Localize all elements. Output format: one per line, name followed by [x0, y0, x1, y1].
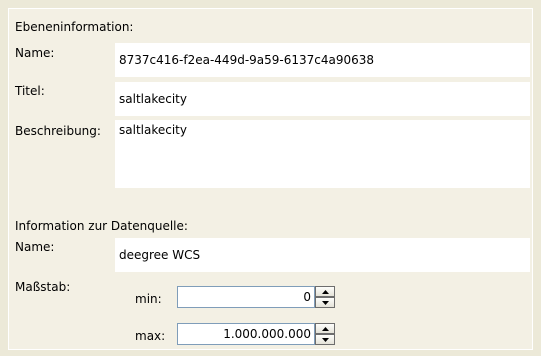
scale-max-spin-buttons	[315, 323, 335, 345]
datasource-section-title: Information zur Datenquelle:	[15, 219, 188, 233]
arrow-up-icon	[321, 326, 329, 331]
scale-min-decrement-button[interactable]	[315, 297, 335, 308]
arrow-down-icon	[321, 337, 329, 342]
scale-max-decrement-button[interactable]	[315, 334, 335, 345]
layer-name-field[interactable]: 8737c416-f2ea-449d-9a59-6137c4a90638	[115, 43, 530, 77]
datasource-name-field[interactable]: deegree WCS	[115, 238, 530, 272]
layer-description-label: Beschreibung:	[15, 124, 101, 138]
scale-max-increment-button[interactable]	[315, 323, 335, 334]
scale-max-label: max:	[135, 329, 166, 343]
scale-min-label: min:	[135, 292, 162, 306]
layer-title-field[interactable]: saltlakecity	[115, 82, 530, 116]
scale-max-input[interactable]: 1.000.000.000	[177, 323, 315, 345]
layer-title-label: Titel:	[15, 84, 45, 98]
scale-min-increment-button[interactable]	[315, 286, 335, 297]
scale-min-spinner: 0	[177, 286, 335, 308]
datasource-name-label: Name:	[15, 240, 55, 254]
scale-max-spinner: 1.000.000.000	[177, 323, 335, 345]
layer-info-section-title: Ebeneninformation:	[15, 20, 134, 34]
scale-min-spin-buttons	[315, 286, 335, 308]
arrow-up-icon	[321, 289, 329, 294]
scale-label: Maßstab:	[15, 280, 71, 294]
scale-min-input[interactable]: 0	[177, 286, 315, 308]
layer-name-label: Name:	[15, 46, 55, 60]
layer-description-field[interactable]: saltlakecity	[115, 120, 530, 188]
arrow-down-icon	[321, 300, 329, 305]
